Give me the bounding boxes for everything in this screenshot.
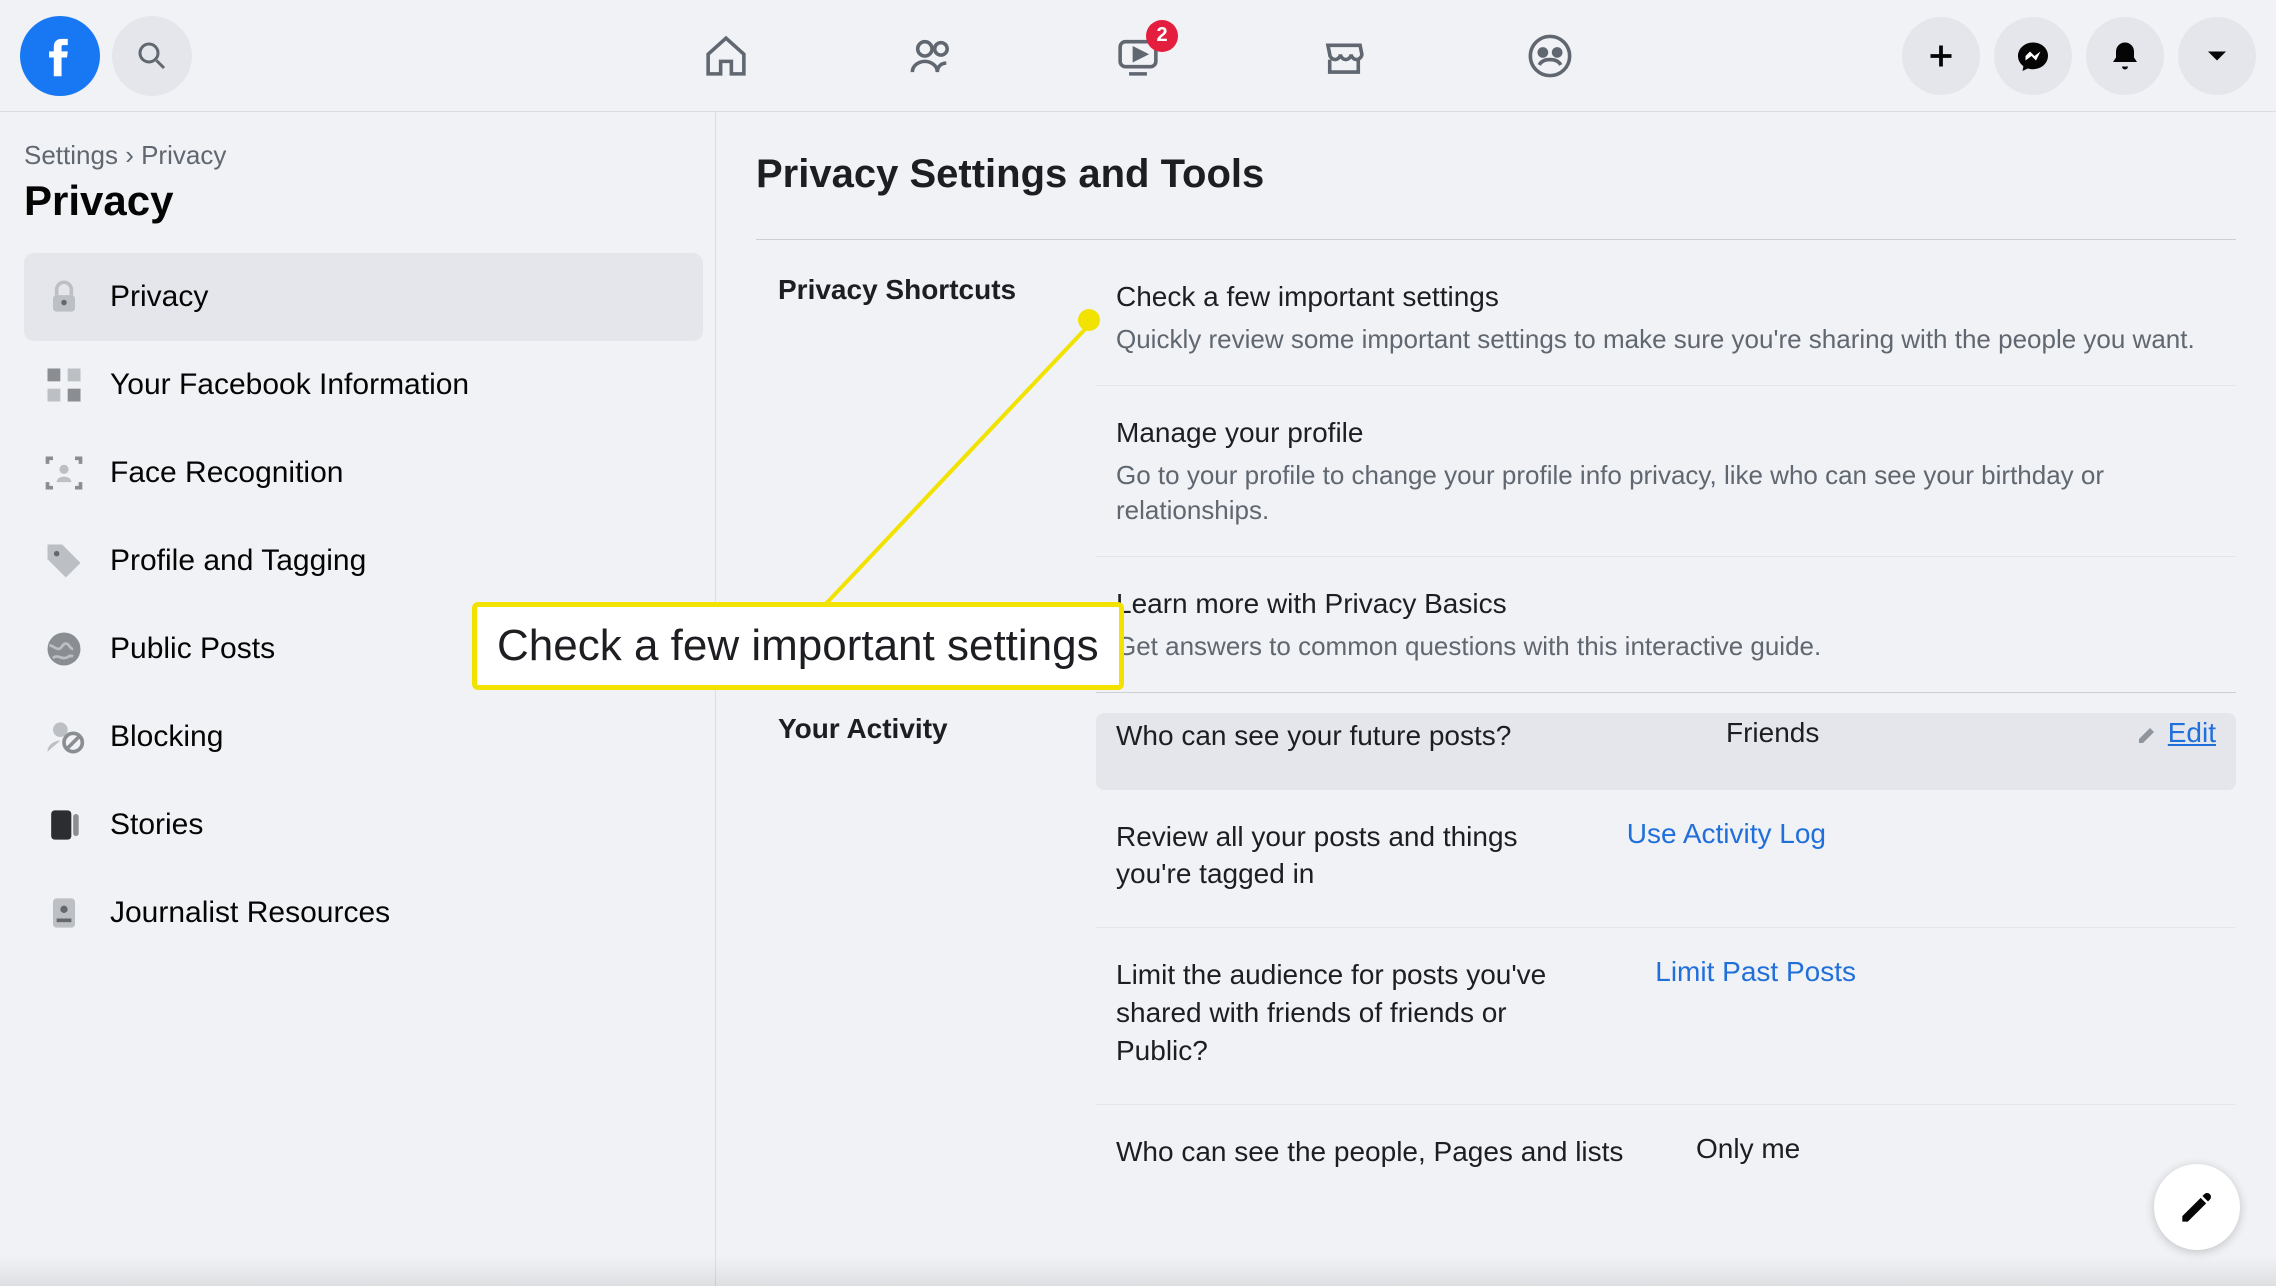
stories-icon [42, 803, 86, 847]
row-value: Only me [1696, 1133, 1936, 1165]
caret-down-icon [2199, 38, 2235, 74]
search-icon [134, 38, 170, 74]
callout-line [820, 318, 1140, 610]
sidebar-title: Privacy [24, 177, 703, 225]
sidebar-item-journalist[interactable]: Journalist Resources [24, 869, 703, 957]
row-manage-profile[interactable]: Manage your profile Go to your profile t… [1096, 386, 2236, 557]
sidebar-item-label: Profile and Tagging [110, 544, 366, 578]
sidebar-item-face-recognition[interactable]: Face Recognition [24, 429, 703, 517]
bottom-shadow [0, 1256, 2276, 1286]
sidebar-item-blocking[interactable]: Blocking [24, 693, 703, 781]
main-panel: Privacy Settings and Tools Privacy Short… [716, 112, 2276, 1286]
row-future-posts[interactable]: Who can see your future posts? Friends E… [1096, 713, 2236, 790]
face-scan-icon [42, 451, 86, 495]
nav-friends[interactable] [904, 28, 960, 84]
groups-icon [1525, 31, 1575, 81]
callout-box: Check a few important settings [472, 602, 1124, 690]
nav-marketplace[interactable] [1316, 28, 1372, 84]
activity-log-link[interactable]: Use Activity Log [1596, 818, 1826, 850]
sidebar-item-label: Public Posts [110, 632, 275, 666]
sidebar-item-stories[interactable]: Stories [24, 781, 703, 869]
row-privacy-basics[interactable]: Learn more with Privacy Basics Get answe… [1096, 557, 2236, 693]
marketplace-icon [1319, 31, 1369, 81]
breadcrumb-root[interactable]: Settings [24, 140, 118, 170]
breadcrumb-leaf: Privacy [141, 140, 226, 170]
limit-past-posts-link[interactable]: Limit Past Posts [1626, 956, 1856, 988]
tag-icon [42, 539, 86, 583]
row-value: Friends [1726, 717, 1966, 749]
watch-badge: 2 [1146, 20, 1178, 52]
messenger-icon [2015, 38, 2051, 74]
sidebar-item-profile-tagging[interactable]: Profile and Tagging [24, 517, 703, 605]
sidebar-item-label: Privacy [110, 280, 208, 314]
sidebar-item-label: Journalist Resources [110, 896, 390, 930]
row-check-settings[interactable]: Check a few important settings Quickly r… [1096, 274, 2236, 386]
page-title: Privacy Settings and Tools [756, 152, 2236, 240]
sidebar-item-privacy[interactable]: Privacy [24, 253, 703, 341]
messenger-button[interactable] [1994, 17, 2072, 95]
pencil-icon [2136, 722, 2160, 746]
section-label-activity: Your Activity [778, 713, 1096, 1205]
compose-button[interactable] [2154, 1164, 2240, 1250]
top-navbar: 2 [0, 0, 2276, 112]
row-limit-audience[interactable]: Limit the audience for posts you've shar… [1096, 928, 2236, 1104]
friends-icon [907, 31, 957, 81]
sidebar-item-label: Blocking [110, 720, 223, 754]
lock-icon [42, 275, 86, 319]
facebook-logo[interactable] [20, 16, 100, 96]
callout-dot [1078, 309, 1100, 331]
create-button[interactable] [1902, 17, 1980, 95]
nav-watch[interactable]: 2 [1110, 28, 1166, 84]
compose-icon [2175, 1185, 2219, 1229]
bell-icon [2107, 38, 2143, 74]
search-button[interactable] [112, 16, 192, 96]
nav-home[interactable] [698, 28, 754, 84]
block-user-icon [42, 715, 86, 759]
row-review-posts[interactable]: Review all your posts and things you're … [1096, 790, 2236, 929]
sidebar-item-label: Your Facebook Information [110, 368, 469, 402]
sidebar-item-label: Stories [110, 808, 203, 842]
sidebar-item-your-info[interactable]: Your Facebook Information [24, 341, 703, 429]
sidebar-item-label: Face Recognition [110, 456, 343, 490]
edit-link[interactable]: Edit [1986, 717, 2216, 749]
row-who-can-see-follows[interactable]: Who can see the people, Pages and lists … [1096, 1105, 2236, 1205]
settings-sidebar: Settings › Privacy Privacy Privacy Your … [0, 112, 716, 1286]
notifications-button[interactable] [2086, 17, 2164, 95]
globe-icon [42, 627, 86, 671]
breadcrumb: Settings › Privacy [24, 140, 703, 171]
account-menu-button[interactable] [2178, 17, 2256, 95]
grid-icon [42, 363, 86, 407]
plus-icon [1923, 38, 1959, 74]
badge-icon [42, 891, 86, 935]
home-icon [701, 31, 751, 81]
nav-groups[interactable] [1522, 28, 1578, 84]
